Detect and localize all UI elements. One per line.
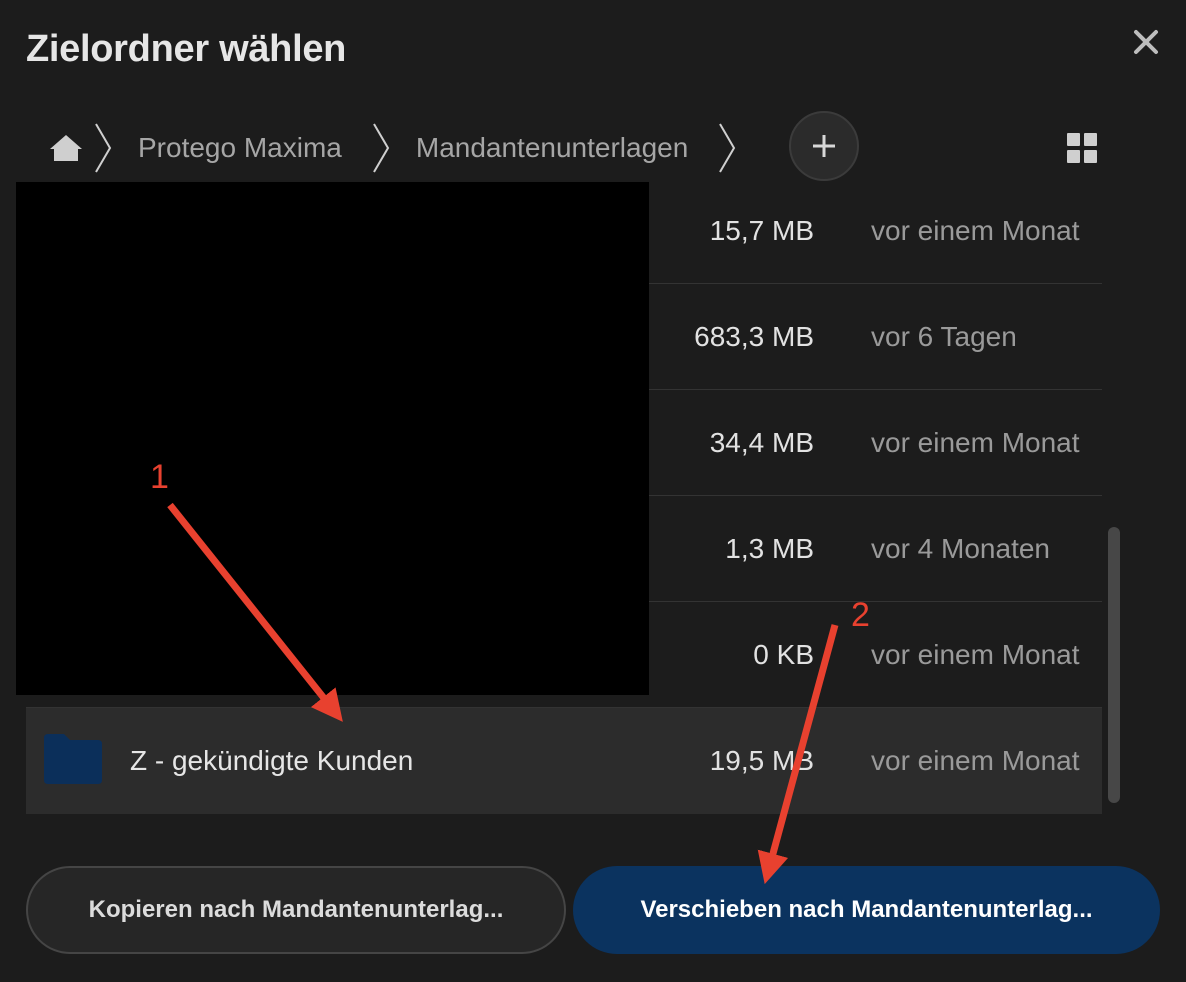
file-modified: vor einem Monat bbox=[871, 745, 1080, 776]
file-modified: vor einem Monat bbox=[871, 215, 1080, 246]
scrollbar-thumb[interactable] bbox=[1108, 527, 1120, 803]
file-size: 19,5 MB bbox=[709, 745, 814, 776]
copy-button[interactable]: Kopieren nach Mandantenunterlag... bbox=[26, 866, 566, 954]
annotation-label-2: 2 bbox=[851, 596, 870, 634]
plus-icon bbox=[813, 135, 835, 157]
file-size: 1,3 MB bbox=[725, 533, 814, 564]
breadcrumb-home[interactable] bbox=[46, 128, 86, 168]
grid-view-icon bbox=[1067, 133, 1097, 163]
folder-name: Z - gekündigte Kunden bbox=[130, 745, 414, 776]
view-toggle-button[interactable] bbox=[1060, 126, 1104, 170]
chevron-right-icon bbox=[373, 123, 390, 173]
breadcrumb-item-protego-maxima[interactable]: Protego Maxima bbox=[120, 132, 364, 164]
chevron-right-icon bbox=[95, 123, 112, 173]
close-button[interactable] bbox=[1124, 20, 1168, 64]
file-modified: vor einem Monat bbox=[871, 427, 1080, 458]
close-icon bbox=[1134, 30, 1158, 54]
new-folder-button[interactable] bbox=[789, 111, 859, 181]
file-modified: vor 6 Tagen bbox=[871, 321, 1017, 352]
file-modified: vor 4 Monaten bbox=[871, 533, 1050, 564]
chevron-right-icon bbox=[719, 123, 736, 173]
file-size: 0 KB bbox=[753, 639, 814, 670]
dialog-title: Zielordner wählen bbox=[26, 28, 347, 70]
annotation-label-1: 1 bbox=[150, 458, 169, 496]
breadcrumb-separator bbox=[86, 120, 120, 176]
redacted-area bbox=[16, 182, 649, 695]
list-item-selected-folder[interactable]: Z - gekündigte Kunden 19,5 MB vor einem … bbox=[26, 708, 1102, 814]
file-size: 34,4 MB bbox=[709, 427, 814, 458]
home-icon bbox=[50, 135, 82, 161]
folder-icon bbox=[44, 734, 102, 784]
breadcrumb-separator bbox=[710, 120, 744, 176]
file-size: 683,3 MB bbox=[694, 321, 814, 352]
file-modified: vor einem Monat bbox=[871, 639, 1080, 670]
breadcrumb-separator bbox=[364, 120, 398, 176]
breadcrumb: Protego Maxima Mandantenunterlagen bbox=[46, 112, 744, 184]
file-size: 15,7 MB bbox=[709, 215, 814, 246]
breadcrumb-item-mandantenunterlagen[interactable]: Mandantenunterlagen bbox=[398, 132, 710, 164]
move-button[interactable]: Verschieben nach Mandantenunterlag... bbox=[573, 866, 1160, 954]
